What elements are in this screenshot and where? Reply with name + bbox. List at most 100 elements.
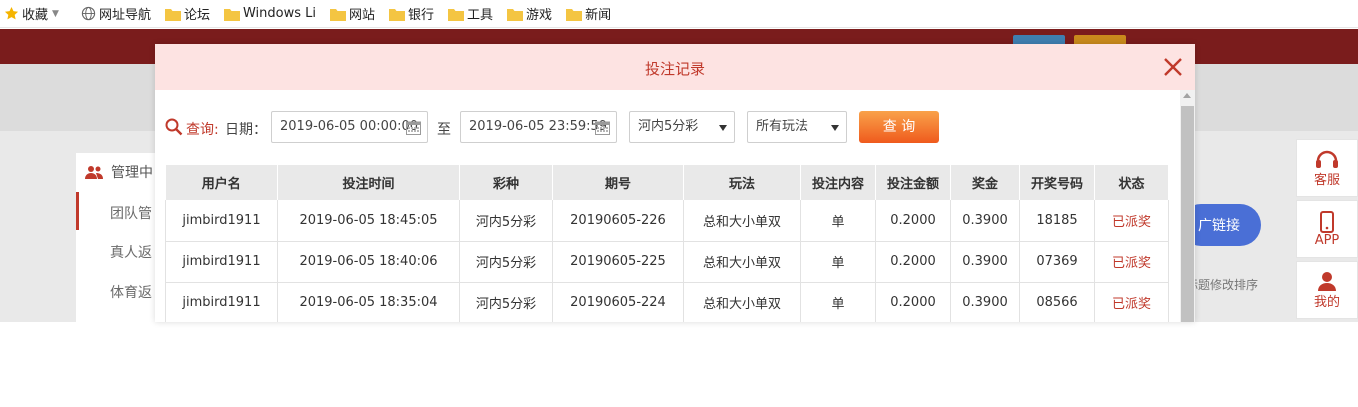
bookmark-label: 论坛 <box>183 8 210 23</box>
dock-app[interactable]: APP <box>1296 200 1358 258</box>
query-button[interactable]: 查 询 <box>859 111 939 143</box>
scroll-up-arrow-icon[interactable] <box>1183 93 1191 98</box>
cell-issue: 20190605-224 <box>552 282 684 322</box>
modal-title: 投注记录 <box>644 60 705 78</box>
bookmark-label: 银行 <box>408 8 435 23</box>
folder-icon <box>566 8 583 21</box>
chevron-down-icon <box>831 125 839 131</box>
column-header[interactable]: 投注内容 <box>800 165 876 200</box>
chevron-down-icon[interactable]: ▼ <box>52 9 59 19</box>
cell-prize: 0.3900 <box>950 282 1020 322</box>
bookmark-label: 收藏 <box>22 8 49 23</box>
folder-icon <box>448 8 465 21</box>
bookmark-label: 网站 <box>349 8 376 23</box>
cell-username: jimbird1911 <box>165 200 278 242</box>
column-header[interactable]: 期号 <box>552 165 684 200</box>
filter-bar: 查询: 日期： 2019-06-05 00:00:00 至 2019-06-05… <box>165 111 1165 143</box>
cell-status: 已派奖 <box>1094 282 1169 322</box>
bookmark-favorites[interactable]: 收藏 ▼ <box>4 4 67 23</box>
to-label: 至 <box>437 122 451 138</box>
bet-records-table: 用户名 投注时间 彩种 期号 玩法 投注内容 投注金额 奖金 开奖号码 状态 j… <box>165 165 1169 322</box>
bet-record-modal: 投注记录 查询: 日期： 2019-06-05 00:00:00 至 2019-… <box>155 44 1195 322</box>
bookmark-label: 新闻 <box>585 8 612 23</box>
sidebar-title: 管理中 <box>85 162 153 182</box>
cell-username: jimbird1911 <box>165 282 278 322</box>
phone-icon <box>1320 210 1334 233</box>
cell-play: 总和大小单双 <box>683 282 801 322</box>
folder-icon <box>164 8 181 21</box>
cell-amount: 0.2000 <box>875 282 951 322</box>
dock-label: 我的 <box>1313 294 1340 310</box>
cell-amount: 0.2000 <box>875 200 951 242</box>
date-label: 日期： <box>225 122 267 138</box>
column-header[interactable]: 用户名 <box>165 165 278 200</box>
column-header[interactable]: 彩种 <box>459 165 553 200</box>
end-date-input[interactable]: 2019-06-05 23:59:59 <box>460 111 617 143</box>
folder-icon <box>223 8 240 21</box>
bookmark-item[interactable]: 网站 <box>330 4 375 23</box>
bookmarks-bar: 收藏 ▼ 网址导航 论坛 Windows Li 网站 银行 工具 游戏 新闻 <box>0 0 1358 28</box>
column-header[interactable]: 投注时间 <box>277 165 460 200</box>
modal-scrollbar[interactable] <box>1180 90 1195 322</box>
dock-label: APP <box>1314 232 1340 248</box>
column-header[interactable]: 玩法 <box>683 165 801 200</box>
bookmark-item[interactable]: Windows Li <box>223 6 316 21</box>
search-icon <box>165 118 183 136</box>
folder-icon <box>330 8 346 21</box>
bookmark-item[interactable]: 网址导航 <box>81 4 151 23</box>
folder-icon <box>389 8 406 21</box>
lottery-select-value: 河内5分彩 <box>638 119 699 134</box>
start-date-input[interactable]: 2019-06-05 00:00:00 <box>271 111 428 143</box>
table-row[interactable]: jimbird1911 2019-06-05 18:40:06 河内5分彩 20… <box>165 241 1169 283</box>
cell-status: 已派奖 <box>1094 200 1169 242</box>
cell-prize: 0.3900 <box>950 200 1020 242</box>
cell-bet-time: 2019-06-05 18:40:06 <box>277 241 460 283</box>
cell-bet-time: 2019-06-05 18:35:04 <box>277 282 460 322</box>
calendar-icon[interactable] <box>406 120 421 135</box>
cell-content: 单 <box>800 200 876 242</box>
hint-text: 标题修改排序 <box>1186 278 1259 292</box>
play-select[interactable]: 所有玩法 <box>747 111 847 143</box>
bookmark-label: 网址导航 <box>98 8 151 23</box>
table-row[interactable]: jimbird1911 2019-06-05 18:35:04 河内5分彩 20… <box>165 282 1169 322</box>
dock-service[interactable]: 客服 <box>1296 139 1358 197</box>
start-date-value: 2019-06-05 00:00:00 <box>280 119 419 134</box>
bookmark-item[interactable]: 新闻 <box>566 4 611 23</box>
dock-label: 客服 <box>1313 172 1340 188</box>
headset-icon <box>1316 150 1338 168</box>
column-header[interactable]: 投注金额 <box>875 165 951 200</box>
dock-mine[interactable]: 我的 <box>1296 261 1358 319</box>
scroll-thumb[interactable] <box>1181 106 1194 322</box>
globe-icon <box>81 6 96 21</box>
calendar-icon[interactable] <box>595 120 610 135</box>
chevron-down-icon <box>719 125 727 131</box>
cell-status: 已派奖 <box>1094 241 1169 283</box>
query-label: 查询: <box>186 122 219 138</box>
cell-issue: 20190605-225 <box>552 241 684 283</box>
cell-prize: 0.3900 <box>950 241 1020 283</box>
sidebar-item[interactable]: 真人返 <box>110 242 152 262</box>
sidebar-item[interactable]: 团队管 <box>110 203 152 223</box>
bookmark-label: Windows Li <box>242 6 316 21</box>
bookmark-item[interactable]: 论坛 <box>164 4 210 23</box>
cell-lottery: 河内5分彩 <box>459 282 553 322</box>
cell-draw-number: 08566 <box>1019 282 1095 322</box>
cell-lottery: 河内5分彩 <box>459 241 553 283</box>
column-header[interactable]: 奖金 <box>950 165 1020 200</box>
cell-bet-time: 2019-06-05 18:45:05 <box>277 200 460 242</box>
bookmark-item[interactable]: 银行 <box>389 4 434 23</box>
table-row[interactable]: jimbird1911 2019-06-05 18:45:05 河内5分彩 20… <box>165 200 1169 242</box>
lottery-select[interactable]: 河内5分彩 <box>629 111 735 143</box>
close-icon[interactable] <box>1162 56 1184 78</box>
folder-icon <box>507 8 524 21</box>
bookmark-item[interactable]: 工具 <box>448 4 493 23</box>
bookmark-label: 工具 <box>467 8 494 23</box>
sidebar-item[interactable]: 体育返 <box>110 282 152 302</box>
modal-header: 投注记录 <box>155 44 1195 90</box>
sidebar-active-marker <box>76 192 79 230</box>
right-dock: 客服 APP 我的 <box>1296 139 1358 322</box>
column-header[interactable]: 状态 <box>1094 165 1169 200</box>
column-header[interactable]: 开奖号码 <box>1019 165 1095 200</box>
bookmark-item[interactable]: 游戏 <box>507 4 552 23</box>
cell-username: jimbird1911 <box>165 241 278 283</box>
